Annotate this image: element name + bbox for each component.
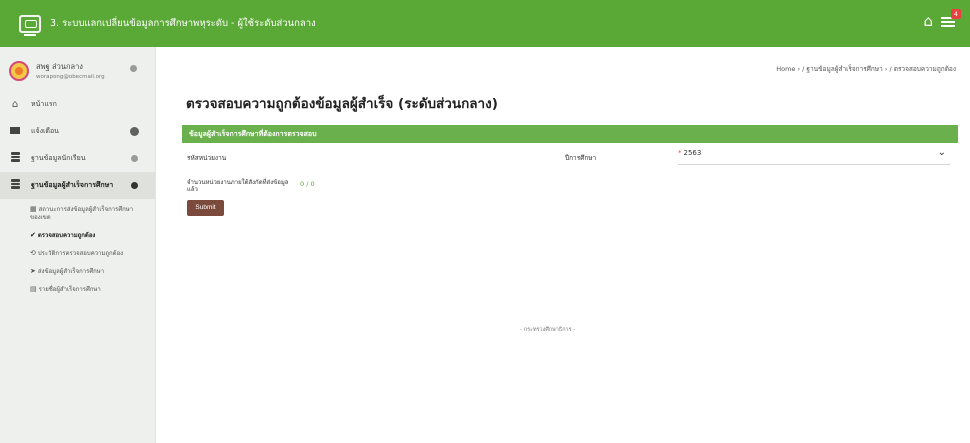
- sidebar-item-label: ฐานข้อมูลนักเรียน: [31, 154, 86, 162]
- sidebar-item-label: แจ้งเตือน: [31, 127, 59, 135]
- page-title: ตรวจสอบความถูกต้องข้อมูลผู้สำเร็จ (ระดับ…: [186, 96, 498, 112]
- submenu-item-validate[interactable]: ✔ ตรวจสอบความถูกต้อง: [30, 231, 142, 240]
- list-icon: ▤: [30, 285, 37, 293]
- submenu-item-send[interactable]: ➤ ส่งข้อมูลผู้สำเร็จการศึกษา: [30, 267, 142, 276]
- notification-badge: 4: [951, 9, 961, 19]
- submenu-label: สถานะการส่งข้อมูลผู้สำเร็จการศึกษาของเขต: [30, 206, 134, 221]
- sidebar-item-students[interactable]: ฐานข้อมูลนักเรียน: [0, 145, 155, 172]
- academic-year-select[interactable]: * 2563 ⌄: [678, 147, 950, 165]
- chevron-down-icon: ⌄: [937, 147, 946, 158]
- user-profile[interactable]: สพฐ ส่วนกลาง worapong@obecmail.org: [0, 47, 155, 85]
- profile-email: worapong@obecmail.org: [36, 74, 105, 80]
- submenu-item-submission-status[interactable]: ▦ สถานะการส่งข้อมูลผู้สำเร็จการศึกษาของเข…: [30, 205, 142, 222]
- submitted-units-count: 0 / 0: [300, 180, 315, 188]
- sidebar-item-graduates[interactable]: ฐานข้อมูลผู้สำเร็จการศึกษา: [0, 172, 155, 199]
- submit-button[interactable]: Submit: [187, 200, 224, 216]
- profile-toggle-icon[interactable]: [130, 65, 137, 72]
- expand-icon: [131, 182, 138, 189]
- sidebar-item-home[interactable]: ⌂ หน้าแรก: [0, 91, 155, 118]
- send-icon: ➤: [30, 267, 36, 275]
- footer: - กระทรวงศึกษาธิการ -: [520, 327, 576, 333]
- logo-icon: [19, 14, 41, 36]
- required-mark: *: [678, 149, 682, 157]
- submenu-label: ตรวจสอบความถูกต้อง: [37, 232, 96, 239]
- mail-icon: [10, 127, 20, 134]
- submenu-label: ประวัติการตรวจสอบความถูกต้อง: [37, 250, 124, 257]
- submenu-item-history[interactable]: ⟲ ประวัติการตรวจสอบความถูกต้อง: [30, 249, 142, 258]
- check-icon: ✔: [30, 231, 36, 239]
- expand-icon: [131, 155, 138, 162]
- academic-year-label: ปีการศึกษา: [565, 154, 597, 162]
- sidebar-item-label: หน้าแรก: [31, 100, 57, 108]
- profile-name: สพฐ ส่วนกลาง: [36, 62, 83, 71]
- submenu-item-graduate-list[interactable]: ▤ รายชื่อผู้สำเร็จการศึกษา: [30, 285, 142, 294]
- sidebar-item-notifications[interactable]: แจ้งเตือน: [0, 118, 155, 145]
- database-icon: [10, 179, 20, 189]
- sidebar-submenu: ▦ สถานะการส่งข้อมูลผู้สำเร็จการศึกษาของเข…: [0, 199, 155, 294]
- breadcrumb[interactable]: Home › / ฐานข้อมูลผู้สำเร็จการศึกษา › / …: [776, 64, 956, 74]
- expand-icon: [130, 127, 139, 136]
- top-bar: 3. ระบบแลกเปลี่ยนข้อมูลการศึกษาพหุระดับ …: [0, 0, 970, 47]
- submenu-label: รายชื่อผู้สำเร็จการศึกษา: [38, 286, 101, 293]
- avatar: [9, 60, 29, 81]
- sidebar-item-label: ฐานข้อมูลผู้สำเร็จการศึกษา: [31, 181, 114, 189]
- home-icon: ⌂: [11, 99, 19, 110]
- history-icon: ⟲: [30, 249, 36, 257]
- notification-button[interactable]: 4: [941, 9, 961, 29]
- panel-header: ข้อมูลผู้สำเร็จการศึกษาที่ต้องการตรวจสอบ: [182, 125, 958, 143]
- grid-icon: ▦: [30, 205, 37, 213]
- sidebar: สพฐ ส่วนกลาง worapong@obecmail.org ⌂ หน้…: [0, 47, 156, 443]
- unit-code-label: รหัสหน่วยงาน: [187, 154, 227, 162]
- submenu-label: ส่งข้อมูลผู้สำเร็จการศึกษา: [37, 268, 105, 275]
- database-icon: [10, 152, 20, 162]
- academic-year-value: 2563: [683, 149, 702, 157]
- app-title: 3. ระบบแลกเปลี่ยนข้อมูลการศึกษาพหุระดับ …: [50, 18, 316, 29]
- home-icon[interactable]: ⌂: [923, 13, 933, 29]
- submitted-units-label: จำนวนหน่วยงานภายใต้สังกัดที่ส่งข้อมูลแล้…: [187, 179, 289, 193]
